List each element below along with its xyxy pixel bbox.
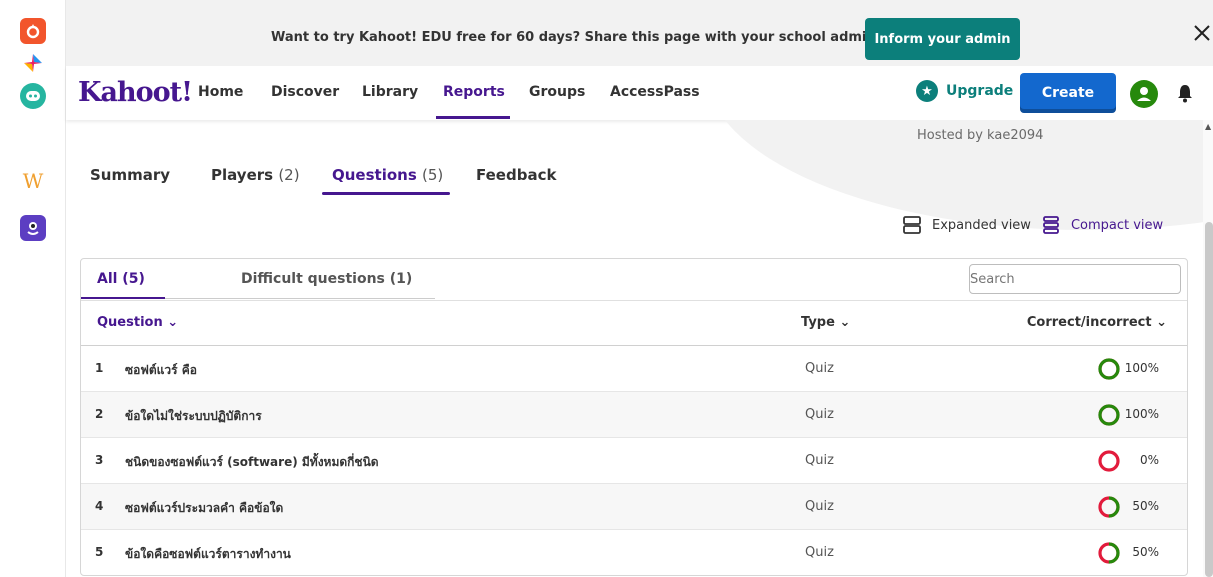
row-question: ข้อใดคือซอฟต์แวร์ตารางทำงาน: [125, 547, 291, 561]
nav-discover[interactable]: Discover: [271, 84, 339, 100]
correct-donut-icon: [1098, 450, 1120, 472]
panel-tab-active-indicator: [81, 297, 165, 299]
scroll-up-arrow-icon[interactable]: ▲: [1205, 122, 1211, 131]
expanded-view-icon[interactable]: [902, 215, 922, 235]
tab-players[interactable]: Players (2): [211, 166, 300, 184]
app-rail: W: [0, 0, 66, 577]
upgrade-label: Upgrade: [946, 83, 1014, 99]
tab-summary-label: Summary: [90, 166, 171, 184]
nav-active-indicator: [436, 116, 510, 119]
row-percent: 0%: [1139, 453, 1159, 467]
user-avatar-icon[interactable]: [1130, 80, 1158, 108]
column-question[interactable]: Question ⌄: [97, 315, 178, 330]
tab-feedback-label: Feedback: [476, 166, 557, 184]
view-toggle: Expanded view Compact view: [902, 215, 1163, 235]
correct-donut-icon: [1098, 496, 1120, 518]
search-input[interactable]: [969, 264, 1181, 294]
expanded-view-button[interactable]: Expanded view: [932, 218, 1031, 233]
column-correct[interactable]: Correct/incorrect ⌄: [1027, 315, 1167, 330]
questions-panel: All (5) Difficult questions (1) Question…: [80, 258, 1188, 576]
report-content: Hosted by kae2094 Summary Players (2) Qu…: [66, 120, 1213, 577]
tab-active-indicator: [322, 192, 450, 195]
hosted-by: Hosted by kae2094: [917, 128, 1044, 143]
scrollbar-thumb[interactable]: [1205, 222, 1213, 577]
column-correct-label: Correct/incorrect: [1026, 315, 1152, 330]
table-row[interactable]: 3 ชนิดของซอฟต์แวร์ (software) มีทั้งหมดก…: [81, 438, 1187, 484]
column-question-label: Question: [97, 315, 163, 330]
upgrade-link[interactable]: ★ Upgrade: [916, 80, 1013, 102]
nav-reports[interactable]: Reports: [443, 84, 505, 100]
nav-library[interactable]: Library: [362, 84, 418, 100]
row-percent: 100%: [1124, 407, 1159, 421]
panel-tab-all[interactable]: All (5): [97, 271, 145, 287]
row-type: Quiz: [805, 545, 834, 560]
chevron-down-icon: ⌄: [1156, 315, 1167, 330]
row-type: Quiz: [805, 453, 834, 468]
table-row[interactable]: 1 ซอฟต์แวร์ คือ Quiz 100%: [81, 346, 1187, 392]
table-row[interactable]: 4 ซอฟต์แวร์ประมวลคำ คือข้อใด Quiz 50%: [81, 484, 1187, 530]
tab-questions-count: (5): [422, 166, 444, 184]
row-question: ชนิดของซอฟต์แวร์ (software) มีทั้งหมดกี่…: [125, 455, 379, 469]
w-app-icon[interactable]: W: [20, 168, 46, 194]
tab-questions[interactable]: Questions (5): [332, 166, 443, 184]
row-number: 2: [95, 407, 104, 421]
chevron-down-icon: ⌄: [839, 315, 851, 330]
monster-app-icon[interactable]: [20, 215, 46, 241]
tab-questions-label: Questions: [332, 166, 417, 184]
row-type: Quiz: [805, 499, 834, 514]
correct-arc: [1098, 358, 1120, 380]
close-icon[interactable]: [1191, 22, 1213, 44]
row-number: 5: [95, 545, 104, 559]
row-number: 4: [95, 499, 104, 513]
compact-view-button[interactable]: Compact view: [1071, 218, 1163, 233]
correct-donut-icon: [1098, 404, 1120, 426]
table-row[interactable]: 5 ข้อใดคือซอฟต์แวร์ตารางทำงาน Quiz 50%: [81, 530, 1187, 576]
promo-banner: Want to try Kahoot! EDU free for 60 days…: [66, 0, 1213, 66]
compact-view-icon[interactable]: [1041, 215, 1061, 235]
column-type-label: Type: [801, 315, 835, 330]
nav-accesspass[interactable]: AccessPass: [610, 84, 700, 100]
kahoot-app-icon[interactable]: [20, 18, 46, 44]
incorrect-arc: [1098, 450, 1120, 472]
table-header: Question ⌄ Type ⌄ Correct/incorrect ⌄: [81, 300, 1187, 346]
correct-donut-icon: [1098, 542, 1120, 564]
chat-bot-app-icon[interactable]: [20, 83, 46, 109]
inform-admin-button[interactable]: Inform your admin: [865, 18, 1020, 60]
row-type: Quiz: [805, 361, 834, 376]
banner-text: Want to try Kahoot! EDU free for 60 days…: [271, 30, 876, 45]
tab-players-label: Players: [211, 166, 274, 184]
row-question: ข้อใดไม่ใช่ระบบปฏิบัติการ: [125, 409, 262, 423]
row-number: 3: [95, 453, 104, 467]
row-question: ซอฟต์แวร์ คือ: [125, 363, 197, 377]
correct-arc: [1098, 404, 1120, 426]
kahoot-logo[interactable]: Kahoot!: [78, 77, 193, 108]
correct-donut-icon: [1098, 358, 1120, 380]
row-number: 1: [95, 361, 104, 375]
create-button[interactable]: Create: [1020, 73, 1116, 113]
row-percent: 50%: [1132, 499, 1159, 513]
top-nav: Kahoot! Home Discover Library Reports Gr…: [66, 66, 1213, 120]
star-icon: ★: [916, 80, 938, 102]
panel-tab-difficult[interactable]: Difficult questions (1): [241, 271, 412, 287]
tab-summary[interactable]: Summary: [90, 166, 170, 184]
sparkle-app-icon[interactable]: [20, 50, 46, 76]
tab-feedback[interactable]: Feedback: [476, 166, 556, 184]
chevron-down-icon: ⌄: [167, 315, 179, 330]
tab-players-count: (2): [278, 166, 300, 184]
row-question: ซอฟต์แวร์ประมวลคำ คือข้อใด: [125, 501, 284, 515]
w-app-letter: W: [22, 169, 44, 193]
column-type[interactable]: Type ⌄: [801, 315, 850, 330]
row-percent: 100%: [1124, 361, 1159, 375]
row-type: Quiz: [805, 407, 834, 422]
nav-home[interactable]: Home: [198, 84, 243, 100]
row-percent: 50%: [1132, 545, 1159, 559]
nav-groups[interactable]: Groups: [529, 84, 585, 100]
table-row[interactable]: 2 ข้อใดไม่ใช่ระบบปฏิบัติการ Quiz 100%: [81, 392, 1187, 438]
bell-icon[interactable]: [1174, 82, 1196, 104]
